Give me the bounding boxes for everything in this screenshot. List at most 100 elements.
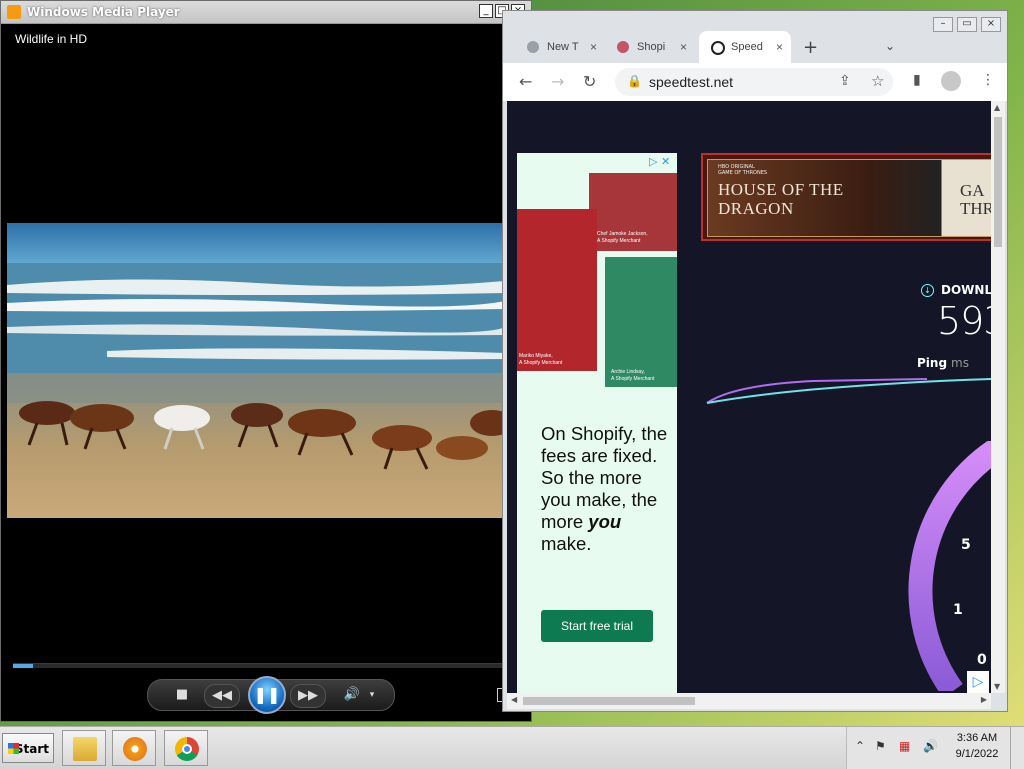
volume-icon[interactable]: 🔊 xyxy=(342,684,362,706)
tab-strip: New T × Shopi × Speed × + ⌄ xyxy=(503,29,1007,63)
forward-arrow-icon[interactable]: → xyxy=(551,72,564,91)
horizontal-scrollbar[interactable]: ◀ ▶ xyxy=(507,693,991,709)
taskbar-wmp-button[interactable] xyxy=(112,730,156,766)
media-player-icon xyxy=(123,737,147,761)
ping-label: Ping xyxy=(917,356,948,370)
back-arrow-icon[interactable]: ← xyxy=(519,72,532,91)
wmp-minimize-button[interactable]: _ xyxy=(479,4,493,18)
banner-title-line: HOUSE OF THE xyxy=(718,180,844,199)
download-label: DOWNL xyxy=(941,283,991,297)
banner-title-line: DRAGON xyxy=(718,199,794,218)
fast-forward-button[interactable]: ▶▶ xyxy=(290,684,326,708)
scroll-up-icon[interactable]: ▲ xyxy=(994,103,1000,112)
tab-shopify[interactable]: Shopi × xyxy=(605,31,695,63)
action-center-icon[interactable]: ⚑ xyxy=(875,739,886,753)
clock-time[interactable]: 3:36 AM xyxy=(955,732,999,744)
chrome-menu-icon[interactable]: ⋮ xyxy=(981,72,995,88)
banner-got-text: GAME OF THRONES xyxy=(718,170,768,176)
ad-headline: On Shopify, the fees are fixed. So the m… xyxy=(541,423,671,555)
wmp-titlebar[interactable]: Windows Media Player _ □ × xyxy=(1,1,531,24)
tab-label: Shopi xyxy=(637,41,666,53)
ad-caption: A Shopify Merchant xyxy=(611,376,655,382)
rewind-button[interactable]: ◀◀ xyxy=(204,684,240,708)
banner-right-line: THR xyxy=(960,199,991,218)
scroll-left-icon[interactable]: ◀ xyxy=(511,695,517,704)
profile-avatar-icon[interactable] xyxy=(941,71,961,91)
horizontal-scroll-thumb[interactable] xyxy=(523,697,695,705)
banner-title: HOUSE OF THE DRAGON xyxy=(718,180,844,218)
volume-tray-icon[interactable]: 🔊 xyxy=(923,739,938,753)
banner-right-text: GA THR xyxy=(960,182,991,218)
start-label: Start xyxy=(14,742,49,756)
page-viewport: ▷ ✕ Chef Jamoke Jackson, A Shopify Merch… xyxy=(507,101,991,693)
seek-bar-fill xyxy=(13,664,33,668)
share-icon[interactable]: ⇪ xyxy=(839,73,851,89)
address-bar[interactable]: 🔒 speedtest.net ⇪ ☆ xyxy=(615,68,893,96)
folder-icon xyxy=(73,737,97,761)
shopify-ad[interactable]: ▷ ✕ Chef Jamoke Jackson, A Shopify Merch… xyxy=(517,153,677,693)
ping-unit: ms xyxy=(951,356,969,370)
scroll-down-icon[interactable]: ▼ xyxy=(994,682,1000,691)
wmp-window: Windows Media Player _ □ × Wildlife in H… xyxy=(0,0,532,722)
ad-photo-archie: Archie Lindsay, A Shopify Merchant xyxy=(605,257,677,387)
download-graph-line xyxy=(706,378,991,404)
seek-bar[interactable] xyxy=(13,663,505,668)
tab-search-button[interactable]: ⌄ xyxy=(885,39,895,53)
start-button[interactable]: Start xyxy=(2,733,54,763)
new-tab-button[interactable]: + xyxy=(803,37,818,58)
ad-headline-emphasis: you xyxy=(588,511,622,532)
vertical-scrollbar[interactable]: ▲ ▼ xyxy=(991,101,1005,693)
banner-right-line: GA xyxy=(960,181,985,200)
tab-close-icon[interactable]: × xyxy=(590,31,597,63)
windows-flag-icon xyxy=(8,743,19,754)
bookmark-star-icon[interactable]: ☆ xyxy=(871,72,884,90)
speedtest-favicon-icon xyxy=(711,41,725,55)
wmp-window-title: Windows Media Player xyxy=(27,5,180,19)
adchoices-icon[interactable]: ▷ xyxy=(967,671,989,693)
adchoices-icon[interactable]: ▷ ✕ xyxy=(649,155,670,168)
ad-photo-mariko: Mariko Miyake, A Shopify Merchant xyxy=(517,209,597,371)
ad-caption: Archie Lindsay, xyxy=(611,369,645,375)
side-panel-icon[interactable]: ▮ xyxy=(913,72,921,88)
chrome-favicon-icon xyxy=(527,41,539,53)
ad-caption: A Shopify Merchant xyxy=(519,360,563,366)
taskbar-chrome-button[interactable] xyxy=(164,730,208,766)
scroll-right-icon[interactable]: ▶ xyxy=(981,695,987,704)
gauge-tick-label: 5 xyxy=(961,537,971,553)
tab-new-tab[interactable]: New T × xyxy=(515,31,605,63)
stop-button[interactable]: ■ xyxy=(172,684,192,706)
lock-icon[interactable]: 🔒 xyxy=(627,74,642,88)
download-value: 593 xyxy=(937,299,991,343)
ad-caption: Mariko Miyake, xyxy=(519,353,553,359)
download-icon: ↓ xyxy=(921,284,934,297)
video-frame[interactable] xyxy=(7,223,505,518)
tab-label: Speed xyxy=(731,41,763,53)
system-tray: ⌃ ⚑ ▦ 🔊 3:36 AM 9/1/2022 xyxy=(846,727,1024,769)
tab-close-icon[interactable]: × xyxy=(776,31,783,63)
gauge-tick-label: 0 xyxy=(977,652,987,668)
ad-caption: Chef Jamoke Jackson, xyxy=(597,231,648,237)
volume-dropdown-button[interactable]: ▾ xyxy=(366,684,378,706)
taskbar-explorer-button[interactable] xyxy=(62,730,106,766)
ad-photo-chef: Chef Jamoke Jackson, A Shopify Merchant xyxy=(589,173,677,251)
url-text[interactable]: speedtest.net xyxy=(649,74,733,90)
shopify-favicon-icon xyxy=(617,41,629,53)
chrome-window: – ▭ × New T × Shopi × Speed × + ⌄ ← → ↻ … xyxy=(502,10,1008,712)
network-icon[interactable]: ▦ xyxy=(899,739,910,753)
tab-label: New T xyxy=(547,41,579,53)
ad-caption: A Shopify Merchant xyxy=(597,238,641,244)
tab-close-icon[interactable]: × xyxy=(680,31,687,63)
tray-overflow-icon[interactable]: ⌃ xyxy=(855,739,865,753)
wmp-app-icon xyxy=(7,5,21,19)
show-desktop-button[interactable] xyxy=(1010,727,1024,769)
taskbar: Start ⌃ ⚑ ▦ 🔊 3:36 AM 9/1/2022 xyxy=(0,726,1024,769)
reload-icon[interactable]: ↻ xyxy=(583,72,596,91)
start-free-trial-button[interactable]: Start free trial xyxy=(541,610,653,642)
pause-button[interactable]: ❚❚ xyxy=(248,676,286,714)
speed-graph xyxy=(706,378,991,404)
gauge-tick-label: 1 xyxy=(953,602,963,618)
tab-speedtest[interactable]: Speed × xyxy=(699,31,791,63)
house-of-the-dragon-banner[interactable]: HBO ORIGINAL GAME OF THRONES HOUSE OF TH… xyxy=(701,153,991,241)
clock-date[interactable]: 9/1/2022 xyxy=(949,748,1005,760)
vertical-scroll-thumb[interactable] xyxy=(994,117,1002,247)
